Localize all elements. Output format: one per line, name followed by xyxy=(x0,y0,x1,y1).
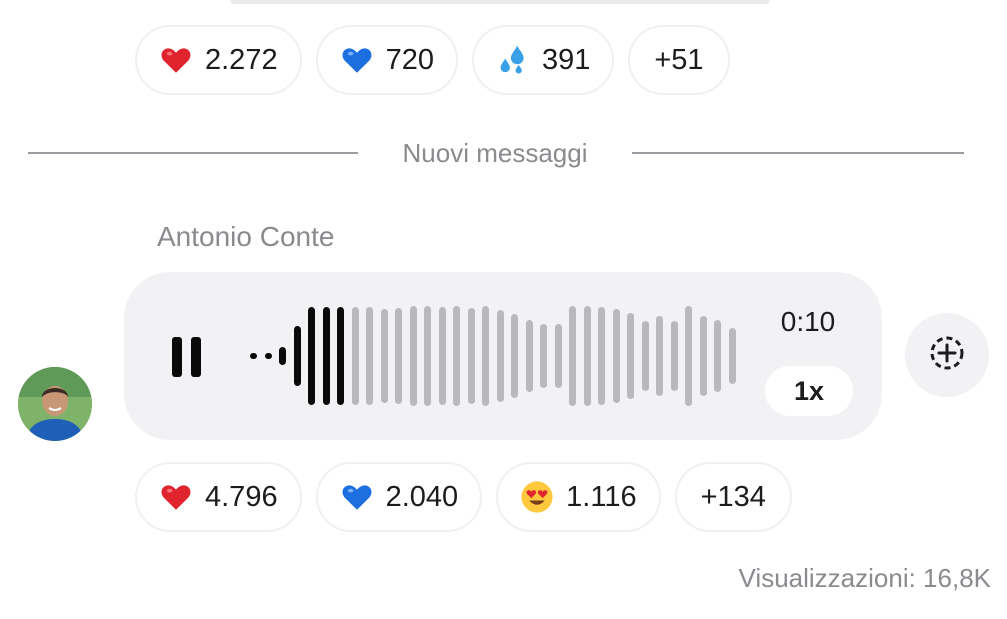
reaction-pill-red-heart[interactable]: 4.796 xyxy=(135,462,302,532)
red-heart-icon xyxy=(159,480,193,514)
reaction-bar-previous: 2.272 720 391 +51 xyxy=(135,25,730,95)
waveform-bar xyxy=(279,347,286,365)
waveform-bar xyxy=(496,310,504,402)
pause-icon-bar xyxy=(191,337,201,377)
waveform-bar xyxy=(322,307,330,405)
waveform-bar xyxy=(685,306,692,406)
waveform-bar xyxy=(250,353,257,359)
waveform-bar xyxy=(438,307,446,405)
waveform-bar xyxy=(424,306,431,406)
waveform-bar xyxy=(670,321,678,391)
waveform-bar xyxy=(453,306,460,406)
waveform[interactable] xyxy=(250,300,740,412)
waveform-bar xyxy=(467,308,475,404)
waveform-bar xyxy=(525,320,533,392)
add-reaction-button[interactable] xyxy=(905,313,989,397)
waveform-bar xyxy=(641,321,649,391)
reaction-pill-blue-heart[interactable]: 720 xyxy=(315,25,458,95)
reaction-count: 2.272 xyxy=(205,43,278,76)
more-reactions-count: +134 xyxy=(700,480,766,513)
divider-line-right xyxy=(632,152,964,154)
sweat-droplets-icon xyxy=(496,43,530,77)
waveform-bar xyxy=(395,308,402,404)
more-reactions-count: +51 xyxy=(654,43,704,76)
waveform-bar xyxy=(308,307,315,405)
waveform-bar xyxy=(511,314,518,398)
waveform-bar xyxy=(612,309,620,403)
waveform-bar xyxy=(337,307,344,405)
blue-heart-icon xyxy=(340,480,374,514)
reaction-pill-blue-heart[interactable]: 2.040 xyxy=(315,462,483,532)
waveform-bar xyxy=(351,307,359,405)
more-reactions-button[interactable]: +134 xyxy=(674,462,792,532)
waveform-bar xyxy=(409,306,417,406)
avatar[interactable] xyxy=(18,367,92,441)
waveform-bar xyxy=(699,316,707,396)
views-count: Visualizzazioni: 16,8K xyxy=(738,563,991,593)
reaction-pill-heart-eyes[interactable]: 1.116 xyxy=(496,462,661,532)
waveform-bar xyxy=(569,306,576,406)
waveform-bar xyxy=(714,320,721,392)
waveform-bar xyxy=(627,313,634,399)
previous-message-edge xyxy=(230,0,770,4)
reaction-count: 4.796 xyxy=(205,480,278,513)
reaction-count: 720 xyxy=(385,43,434,76)
waveform-bar xyxy=(656,316,663,396)
waveform-bar xyxy=(554,324,562,388)
waveform-bar xyxy=(598,307,605,405)
divider-line-left xyxy=(28,152,358,154)
waveform-bar xyxy=(583,306,591,406)
reaction-count: 1.116 xyxy=(566,480,637,513)
waveform-bar xyxy=(380,309,388,403)
waveform-bar xyxy=(366,307,373,405)
red-heart-icon xyxy=(159,43,193,77)
waveform-bar xyxy=(728,328,736,384)
reaction-pill-red-heart[interactable]: 2.272 xyxy=(135,25,302,95)
pause-button[interactable] xyxy=(172,337,202,377)
waveform-bar xyxy=(293,326,301,386)
sender-name[interactable]: Antonio Conte xyxy=(157,221,334,253)
playback-speed-button[interactable]: 1x xyxy=(765,366,853,416)
blue-heart-icon xyxy=(340,43,374,77)
reaction-pill-sweat-droplets[interactable]: 391 xyxy=(471,25,615,95)
playback-speed-label: 1x xyxy=(793,375,825,406)
waveform-bar xyxy=(482,306,489,406)
new-messages-label: Nuovi messaggi xyxy=(402,138,588,168)
waveform-bar xyxy=(264,353,272,359)
waveform-bar xyxy=(540,324,547,388)
heart-eyes-icon xyxy=(520,480,554,514)
reaction-count: 2.040 xyxy=(385,480,459,513)
reaction-bar: 4.796 2.040 1.116 +134 xyxy=(135,462,792,532)
pause-icon xyxy=(172,337,182,377)
add-reaction-icon xyxy=(927,333,967,378)
voice-duration: 0:10 xyxy=(780,306,836,337)
more-reactions-button[interactable]: +51 xyxy=(628,25,730,95)
reaction-count: 391 xyxy=(541,43,591,76)
